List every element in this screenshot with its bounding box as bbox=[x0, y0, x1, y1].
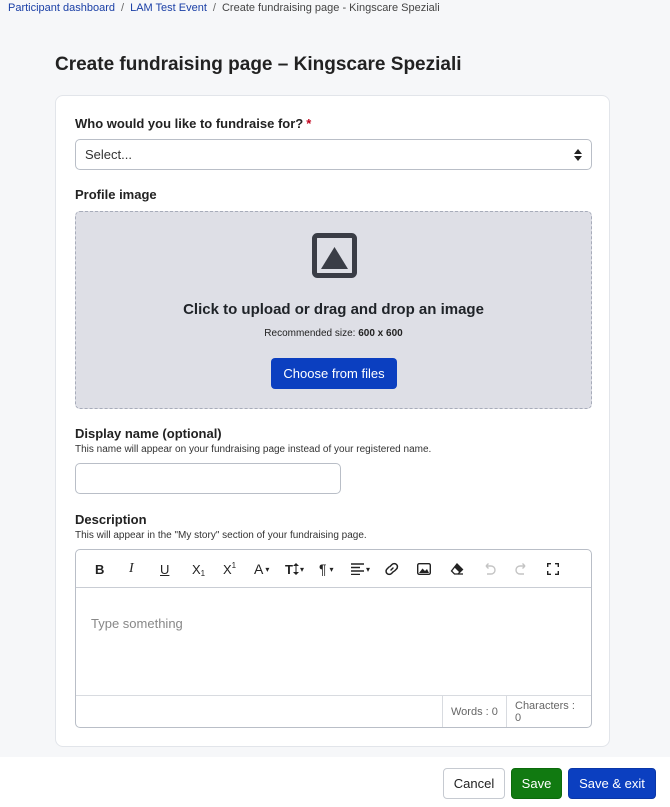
breadcrumb-separator: / bbox=[212, 2, 216, 14]
display-name-hint: This name will appear on your fundraisin… bbox=[75, 444, 432, 455]
fundraise-for-selected: Select... bbox=[85, 147, 132, 162]
subscript-button[interactable]: X1 bbox=[192, 559, 205, 579]
form-card: Who would you like to fundraise for? * Se… bbox=[55, 95, 610, 747]
paragraph-button[interactable]: ¶ ▾ bbox=[319, 559, 334, 579]
font-size-button[interactable]: T ▾ bbox=[285, 559, 304, 579]
fundraise-for-select[interactable]: Select... bbox=[75, 139, 592, 170]
subscript-base: X bbox=[192, 561, 201, 577]
font-size-glyph: T bbox=[285, 561, 293, 577]
font-color-button[interactable]: A ▾ bbox=[254, 559, 269, 579]
align-left-icon bbox=[351, 563, 364, 575]
undo-button[interactable] bbox=[482, 559, 496, 579]
redo-button[interactable] bbox=[515, 559, 529, 579]
breadcrumb-participant-dashboard[interactable]: Participant dashboard bbox=[8, 2, 115, 14]
choose-from-files-button[interactable]: Choose from files bbox=[271, 358, 397, 389]
display-name-input[interactable] bbox=[75, 463, 341, 494]
fundraise-for-label: Who would you like to fundraise for? * bbox=[75, 116, 311, 131]
recommended-size-prefix: Recommended size: bbox=[264, 328, 356, 339]
character-count: Characters : 0 bbox=[506, 696, 592, 727]
display-name-label: Display name (optional) bbox=[75, 426, 222, 441]
cancel-button[interactable]: Cancel bbox=[443, 768, 505, 799]
chevron-down-icon: ▾ bbox=[299, 564, 304, 574]
breadcrumb-current: Create fundraising page - Kingscare Spez… bbox=[221, 2, 440, 14]
underline-button[interactable]: U bbox=[160, 559, 169, 579]
font-color-glyph: A bbox=[254, 561, 264, 577]
dropzone-title: Click to upload or drag and drop an imag… bbox=[183, 301, 484, 318]
image-icon bbox=[417, 563, 431, 575]
paragraph-glyph: ¶ bbox=[319, 561, 327, 577]
action-bar: Cancel Save Save & exit bbox=[0, 757, 670, 807]
superscript-base: X bbox=[223, 561, 232, 577]
chevron-down-icon: ▾ bbox=[329, 564, 334, 574]
save-and-exit-button[interactable]: Save & exit bbox=[568, 768, 656, 799]
breadcrumb: Participant dashboard / LAM Test Event /… bbox=[8, 0, 440, 16]
insert-image-button[interactable] bbox=[417, 559, 431, 579]
redo-icon bbox=[515, 563, 526, 575]
description-hint: This will appear in the "My story" secti… bbox=[75, 530, 367, 541]
breadcrumb-event[interactable]: LAM Test Event bbox=[130, 2, 207, 14]
bold-button[interactable]: B bbox=[95, 559, 104, 579]
subscript-mark: 1 bbox=[200, 568, 206, 578]
fundraise-for-label-text: Who would you like to fundraise for? bbox=[75, 116, 304, 131]
select-caret-icon bbox=[574, 149, 582, 161]
chevron-down-icon: ▾ bbox=[366, 564, 371, 574]
superscript-button[interactable]: X1 bbox=[223, 559, 236, 579]
editor-placeholder[interactable]: Type something bbox=[91, 616, 183, 631]
editor-toolbar: B I U X1 X1 A ▾ T ▾ ¶ ▾ ▾ bbox=[76, 550, 591, 588]
font-size-arrows-icon bbox=[292, 563, 299, 575]
eraser-icon bbox=[450, 563, 464, 575]
page-title: Create fundraising page – Kingscare Spez… bbox=[55, 54, 462, 75]
dropzone-recommended-size: Recommended size: 600 x 600 bbox=[76, 328, 591, 339]
word-count: Words : 0 bbox=[442, 696, 506, 727]
fullscreen-button[interactable] bbox=[547, 559, 559, 579]
image-dropzone[interactable]: Click to upload or drag and drop an imag… bbox=[75, 211, 592, 409]
align-button[interactable]: ▾ bbox=[351, 559, 370, 579]
save-button[interactable]: Save bbox=[511, 768, 562, 799]
editor-footer: Words : 0 Characters : 0 bbox=[76, 695, 591, 727]
chevron-down-icon: ▾ bbox=[265, 564, 270, 574]
italic-button[interactable]: I bbox=[129, 559, 134, 579]
breadcrumb-separator: / bbox=[121, 2, 125, 14]
image-icon bbox=[312, 233, 357, 278]
undo-icon bbox=[485, 563, 496, 575]
description-label: Description bbox=[75, 512, 147, 527]
link-button[interactable] bbox=[385, 559, 399, 579]
recommended-size-value: 600 x 600 bbox=[358, 328, 403, 339]
superscript-mark: 1 bbox=[231, 560, 237, 570]
required-mark: * bbox=[306, 116, 312, 131]
description-editor: B I U X1 X1 A ▾ T ▾ ¶ ▾ ▾ Type something… bbox=[75, 549, 592, 728]
clear-formatting-button[interactable] bbox=[450, 559, 464, 579]
fullscreen-icon bbox=[547, 563, 559, 575]
profile-image-label: Profile image bbox=[75, 187, 157, 202]
link-icon bbox=[385, 562, 399, 576]
